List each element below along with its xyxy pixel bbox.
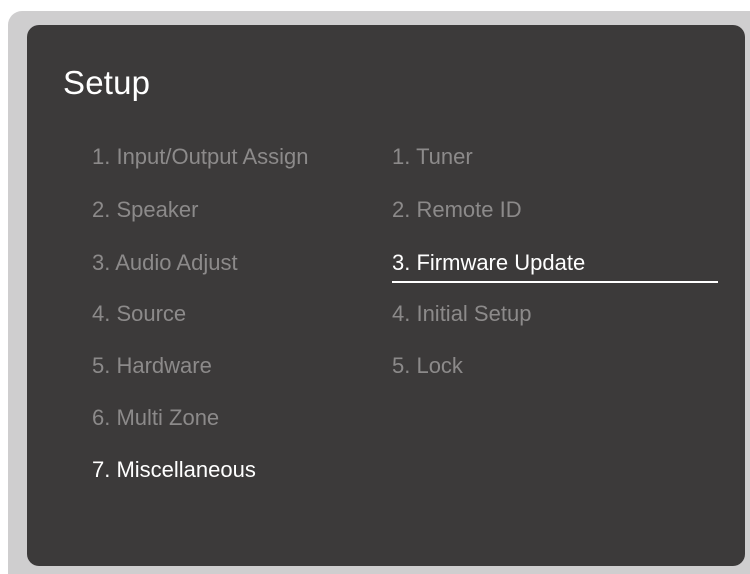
submenu-item-tuner[interactable]: 1. Tuner bbox=[392, 144, 473, 170]
menu-item-speaker[interactable]: 2. Speaker bbox=[92, 197, 198, 223]
menu-item-multi-zone[interactable]: 6. Multi Zone bbox=[92, 405, 219, 431]
submenu-item-lock[interactable]: 5. Lock bbox=[392, 353, 463, 379]
menu-item-input-output-assign[interactable]: 1. Input/Output Assign bbox=[92, 144, 308, 170]
menu-item-audio-adjust[interactable]: 3. Audio Adjust bbox=[92, 250, 238, 276]
submenu-item-initial-setup[interactable]: 4. Initial Setup bbox=[392, 301, 531, 327]
page-title: Setup bbox=[63, 64, 151, 101]
setup-panel bbox=[27, 25, 745, 566]
menu-item-source[interactable]: 4. Source bbox=[92, 301, 186, 327]
selection-cursor-underline bbox=[392, 281, 718, 283]
menu-item-miscellaneous[interactable]: 7. Miscellaneous bbox=[92, 457, 256, 483]
submenu-item-remote-id[interactable]: 2. Remote ID bbox=[392, 197, 522, 223]
menu-item-hardware[interactable]: 5. Hardware bbox=[92, 353, 212, 379]
submenu-item-firmware-update[interactable]: 3. Firmware Update bbox=[392, 250, 585, 276]
